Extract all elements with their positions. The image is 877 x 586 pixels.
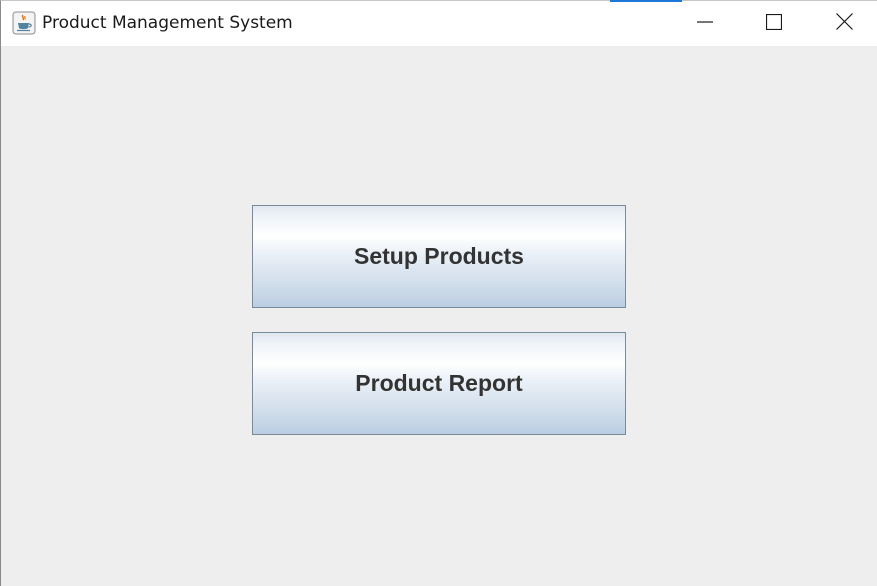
product-report-button[interactable]: Product Report <box>252 332 626 435</box>
title-bar[interactable]: Product Management System <box>1 0 877 46</box>
app-window: Product Management System Setup Products… <box>0 0 877 586</box>
java-cup-icon[interactable] <box>12 11 36 35</box>
maximize-button[interactable] <box>751 1 797 46</box>
minimize-button[interactable] <box>682 1 728 46</box>
setup-products-button[interactable]: Setup Products <box>252 205 626 308</box>
taskbar-accent-line <box>610 0 682 2</box>
window-title: Product Management System <box>42 13 293 33</box>
minimize-icon <box>697 14 713 34</box>
setup-products-label: Setup Products <box>354 243 524 269</box>
product-report-label: Product Report <box>355 370 523 396</box>
close-button[interactable] <box>821 1 867 46</box>
maximize-icon <box>765 13 783 34</box>
close-icon <box>835 13 853 34</box>
main-panel: Setup Products Product Report <box>1 46 877 586</box>
